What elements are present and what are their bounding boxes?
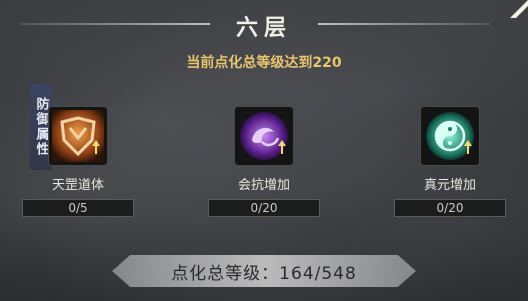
armor-shield-icon: [52, 110, 104, 162]
unlock-condition: 当前点化总等级达到220: [186, 55, 342, 71]
skill-icon-frame[interactable]: [420, 106, 480, 166]
layer-header: 六层: [0, 10, 528, 41]
layer-title: 六层: [235, 15, 292, 41]
skill-name: 真元增加: [423, 178, 476, 193]
skill-icon-frame[interactable]: [234, 106, 294, 166]
skill-progress: 0/5: [22, 199, 134, 217]
title-divider-right: [318, 23, 490, 25]
skill-name: 天罡道体: [51, 178, 104, 193]
skill-progress: 0/20: [394, 199, 506, 217]
total-level-banner: 点化总等级：164/548: [112, 255, 416, 287]
purple-swirl-icon: [240, 112, 288, 160]
title-divider-left: [20, 23, 210, 25]
skill-icon-frame[interactable]: [48, 106, 108, 166]
skill-card-zhenyuan[interactable]: 真元增加 0/20: [394, 106, 506, 217]
skill-name: 会抗增加: [237, 178, 290, 193]
skill-progress: 0/20: [208, 199, 320, 217]
teal-yinyang-icon: [426, 112, 474, 160]
skill-card-huikang[interactable]: 会抗增加 0/20: [208, 106, 320, 217]
corner-arrow-icon[interactable]: [488, 0, 528, 20]
total-level-text: 点化总等级：164/548: [171, 263, 357, 284]
skill-card-tiangang[interactable]: 天罡道体 0/5: [22, 106, 134, 217]
